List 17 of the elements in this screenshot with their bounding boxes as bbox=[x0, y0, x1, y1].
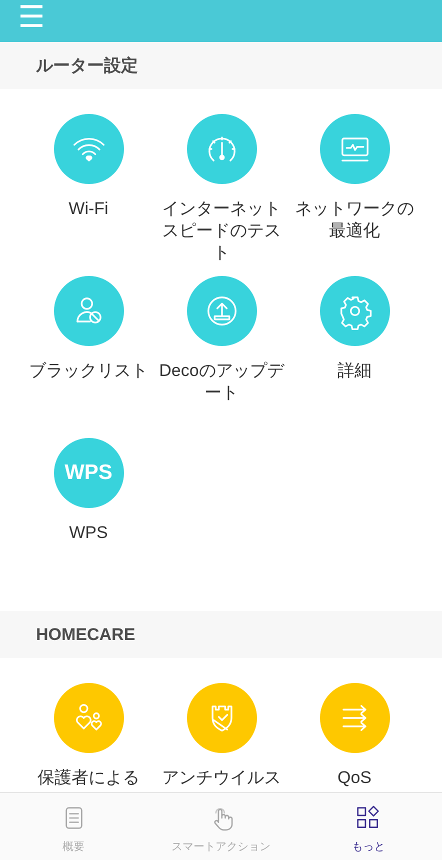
section-title: ルーター設定 bbox=[36, 55, 138, 77]
feature-label: ネットワークの最適化 bbox=[294, 198, 415, 242]
feature-label: Decoのアップデート bbox=[158, 360, 286, 404]
feature-label: Wi-Fi bbox=[68, 198, 110, 220]
feature-button[interactable]: WPS bbox=[54, 438, 124, 508]
feature-label: アンチウイルス bbox=[161, 767, 282, 789]
menu-button[interactable]: ☰ bbox=[18, 3, 45, 33]
tab[interactable]: もっと bbox=[294, 793, 442, 860]
feature-label: 保護者による bbox=[36, 767, 140, 789]
feature-label: ブラックリスト bbox=[28, 360, 149, 382]
feature-label: インターネットスピードのテスト bbox=[161, 198, 282, 264]
tab[interactable]: スマートアクション bbox=[147, 793, 295, 860]
tab[interactable]: 概要 bbox=[0, 793, 148, 860]
feature-label: WPS bbox=[68, 522, 109, 544]
feature-label: QoS bbox=[336, 767, 373, 789]
section-title: HOMECARE bbox=[36, 624, 136, 644]
feature-label: 詳細 bbox=[336, 360, 372, 382]
